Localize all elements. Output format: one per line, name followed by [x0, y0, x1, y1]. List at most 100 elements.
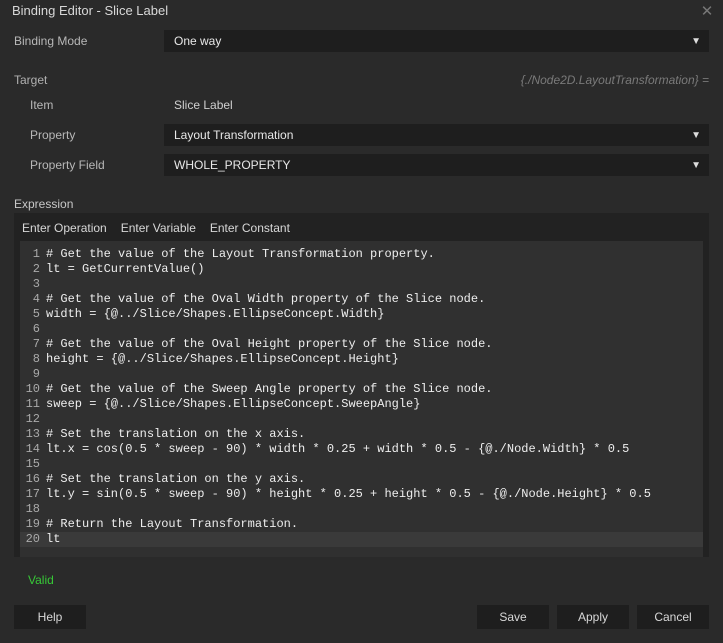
line-text — [46, 322, 703, 337]
line-text: sweep = {@../Slice/Shapes.EllipseConcept… — [46, 397, 703, 412]
line-text: lt.y = sin(0.5 * sweep - 90) * height * … — [46, 487, 703, 502]
line-number: 12 — [20, 412, 46, 427]
line-text — [46, 502, 703, 517]
binding-mode-select[interactable]: One way ▼ — [164, 30, 709, 52]
target-item-row: Item Slice Label — [14, 93, 709, 117]
target-property-value: Layout Transformation — [174, 128, 293, 142]
line-number: 19 — [20, 517, 46, 532]
expression-toolbar: Enter Operation Enter Variable Enter Con… — [14, 219, 709, 241]
chevron-down-icon: ▼ — [691, 130, 701, 141]
code-line[interactable]: 3 — [20, 277, 703, 292]
target-field-value: WHOLE_PROPERTY — [174, 158, 290, 172]
code-line[interactable]: 17lt.y = sin(0.5 * sweep - 90) * height … — [20, 487, 703, 502]
line-number: 15 — [20, 457, 46, 472]
content-area: Binding Mode One way ▼ Target {./Node2D.… — [0, 21, 723, 587]
line-text: lt = GetCurrentValue() — [46, 262, 703, 277]
line-number: 20 — [20, 532, 46, 547]
target-item-value: Slice Label — [164, 98, 709, 112]
line-text — [46, 367, 703, 382]
target-field-row: Property Field WHOLE_PROPERTY ▼ — [14, 153, 709, 177]
code-line[interactable]: 15 — [20, 457, 703, 472]
cancel-button[interactable]: Cancel — [637, 605, 709, 629]
code-line[interactable]: 16# Set the translation on the y axis. — [20, 472, 703, 487]
line-text — [46, 277, 703, 292]
line-text: # Set the translation on the y axis. — [46, 472, 703, 487]
line-text: lt.x = cos(0.5 * sweep - 90) * width * 0… — [46, 442, 703, 457]
apply-button[interactable]: Apply — [557, 605, 629, 629]
line-text: lt — [46, 532, 703, 547]
code-line[interactable]: 9 — [20, 367, 703, 382]
code-line[interactable]: 18 — [20, 502, 703, 517]
expression-editor-panel: Enter Operation Enter Variable Enter Con… — [14, 213, 709, 557]
target-section-header: Target {./Node2D.LayoutTransformation} = — [14, 73, 709, 87]
expression-status: Valid — [28, 573, 709, 587]
enter-variable-button[interactable]: Enter Variable — [121, 221, 196, 235]
target-property-select[interactable]: Layout Transformation ▼ — [164, 124, 709, 146]
titlebar: Binding Editor - Slice Label ✕ — [0, 0, 723, 21]
code-line[interactable]: 20lt — [20, 532, 703, 547]
expression-code-editor[interactable]: 1# Get the value of the Layout Transform… — [20, 241, 703, 557]
line-number: 4 — [20, 292, 46, 307]
line-number: 2 — [20, 262, 46, 277]
line-number: 14 — [20, 442, 46, 457]
target-property-label: Property — [14, 128, 164, 142]
save-button[interactable]: Save — [477, 605, 549, 629]
target-property-row: Property Layout Transformation ▼ — [14, 123, 709, 147]
code-line[interactable]: 1# Get the value of the Layout Transform… — [20, 247, 703, 262]
line-number: 6 — [20, 322, 46, 337]
line-number: 7 — [20, 337, 46, 352]
footer: Help Save Apply Cancel — [0, 587, 723, 643]
code-line[interactable]: 5width = {@../Slice/Shapes.EllipseConcep… — [20, 307, 703, 322]
code-line[interactable]: 4# Get the value of the Oval Width prope… — [20, 292, 703, 307]
line-text: # Get the value of the Oval Height prope… — [46, 337, 703, 352]
binding-editor-window: Binding Editor - Slice Label ✕ Binding M… — [0, 0, 723, 643]
line-text: # Get the value of the Layout Transforma… — [46, 247, 703, 262]
binding-mode-label: Binding Mode — [14, 34, 164, 48]
line-number: 8 — [20, 352, 46, 367]
code-line[interactable]: 10# Get the value of the Sweep Angle pro… — [20, 382, 703, 397]
line-number: 17 — [20, 487, 46, 502]
target-label: Target — [14, 73, 47, 87]
binding-mode-value: One way — [174, 34, 221, 48]
line-text: # Return the Layout Transformation. — [46, 517, 703, 532]
line-number: 16 — [20, 472, 46, 487]
target-field-label: Property Field — [14, 158, 164, 172]
code-line[interactable]: 12 — [20, 412, 703, 427]
footer-spacer — [94, 605, 469, 629]
line-text: # Get the value of the Sweep Angle prope… — [46, 382, 703, 397]
chevron-down-icon: ▼ — [691, 160, 701, 171]
code-line[interactable]: 6 — [20, 322, 703, 337]
line-number: 9 — [20, 367, 46, 382]
code-line[interactable]: 13# Set the translation on the x axis. — [20, 427, 703, 442]
line-text — [46, 457, 703, 472]
expression-label: Expression — [14, 197, 709, 211]
line-number: 3 — [20, 277, 46, 292]
chevron-down-icon: ▼ — [691, 36, 701, 47]
line-number: 18 — [20, 502, 46, 517]
line-number: 5 — [20, 307, 46, 322]
help-button[interactable]: Help — [14, 605, 86, 629]
line-number: 1 — [20, 247, 46, 262]
target-path-summary: {./Node2D.LayoutTransformation} = — [521, 73, 709, 87]
code-line[interactable]: 19# Return the Layout Transformation. — [20, 517, 703, 532]
target-field-select[interactable]: WHOLE_PROPERTY ▼ — [164, 154, 709, 176]
expression-section: Expression Enter Operation Enter Variabl… — [14, 197, 709, 563]
code-line[interactable]: 8height = {@../Slice/Shapes.EllipseConce… — [20, 352, 703, 367]
line-number: 10 — [20, 382, 46, 397]
code-line[interactable]: 2lt = GetCurrentValue() — [20, 262, 703, 277]
enter-constant-button[interactable]: Enter Constant — [210, 221, 290, 235]
line-text: width = {@../Slice/Shapes.EllipseConcept… — [46, 307, 703, 322]
binding-mode-row: Binding Mode One way ▼ — [14, 29, 709, 53]
window-title: Binding Editor - Slice Label — [12, 3, 168, 18]
code-line[interactable]: 14lt.x = cos(0.5 * sweep - 90) * width *… — [20, 442, 703, 457]
close-icon[interactable]: ✕ — [697, 2, 717, 20]
line-text — [46, 412, 703, 427]
code-line[interactable]: 7# Get the value of the Oval Height prop… — [20, 337, 703, 352]
enter-operation-button[interactable]: Enter Operation — [22, 221, 107, 235]
line-number: 11 — [20, 397, 46, 412]
code-line[interactable]: 11sweep = {@../Slice/Shapes.EllipseConce… — [20, 397, 703, 412]
line-number: 13 — [20, 427, 46, 442]
line-text: height = {@../Slice/Shapes.EllipseConcep… — [46, 352, 703, 367]
target-item-label: Item — [14, 98, 164, 112]
line-text: # Get the value of the Oval Width proper… — [46, 292, 703, 307]
